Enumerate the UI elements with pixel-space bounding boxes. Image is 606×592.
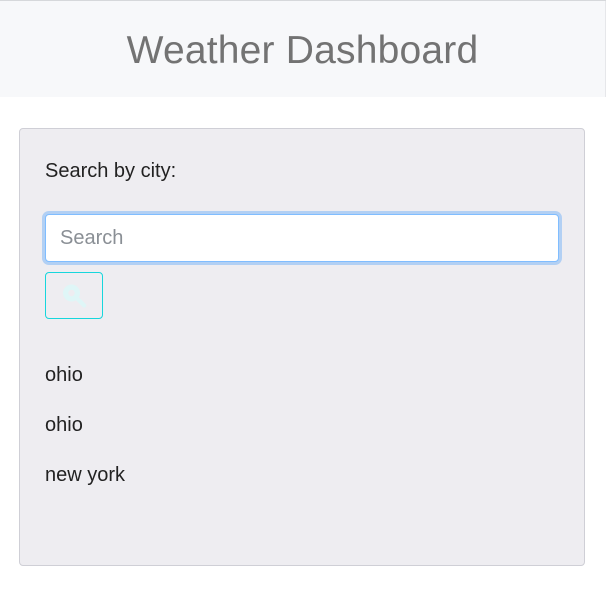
search-button[interactable] xyxy=(45,272,103,319)
history-item[interactable]: ohio xyxy=(45,413,125,463)
header: Weather Dashboard xyxy=(0,1,606,97)
search-card: Search by city: ohio ohio new york xyxy=(19,128,585,566)
search-history-list: ohio ohio new york xyxy=(45,363,125,513)
search-input[interactable] xyxy=(45,214,559,262)
search-icon xyxy=(63,284,87,308)
history-item[interactable]: ohio xyxy=(45,363,125,413)
history-item[interactable]: new york xyxy=(45,463,125,513)
page-title: Weather Dashboard xyxy=(126,29,479,72)
search-label: Search by city: xyxy=(45,160,177,182)
